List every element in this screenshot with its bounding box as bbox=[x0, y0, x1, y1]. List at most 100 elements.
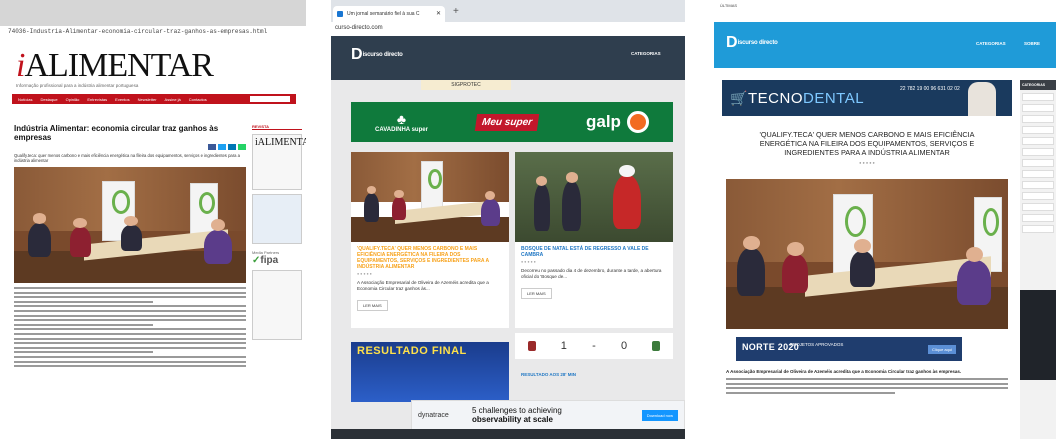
screenshot-discurso-directo-article: ÚLTIMAS Discurso directo CATEGORIAS SOBR… bbox=[714, 0, 1056, 439]
article-photo bbox=[14, 167, 246, 283]
match-score[interactable]: 1 - 0 bbox=[515, 333, 673, 359]
close-tab-icon[interactable]: ✕ bbox=[436, 10, 441, 17]
site-logo[interactable]: Discurso directo bbox=[726, 34, 778, 52]
nav-item[interactable]: Notícias bbox=[18, 97, 32, 102]
home-score: 1 bbox=[560, 340, 567, 352]
sidebar-item[interactable] bbox=[1022, 115, 1054, 123]
sidebar-item[interactable] bbox=[1022, 126, 1054, 134]
article: 🛒 TECNODENTAL 22 782 19 00 96 631 02 02 … bbox=[722, 80, 1012, 439]
sidebar-item[interactable] bbox=[1022, 203, 1054, 211]
sidebar-item[interactable] bbox=[1022, 93, 1054, 101]
news-card-title[interactable]: BOSQUE DE NATAL ESTÁ DE REGRESSO A VALE … bbox=[515, 242, 673, 258]
browser-tab[interactable]: Um jornal semanário fiel à sua C ✕ bbox=[333, 6, 445, 22]
news-card-excerpt: Decorreu no passado dia 4 de dezembro, d… bbox=[521, 268, 662, 279]
magazine-cover[interactable]: iALIMENTA bbox=[252, 134, 306, 190]
news-card[interactable]: 'QUALIFY.TECA' QUER MENOS CARBONO E MAIS… bbox=[351, 152, 509, 328]
screenshot-ialimentar: 74036-Industria-Alimentar-economia-circu… bbox=[0, 0, 306, 439]
latest-label: ÚLTIMAS bbox=[720, 3, 738, 8]
tab-title: Um jornal semanário fiel à sua C bbox=[347, 11, 420, 17]
sidebar-item[interactable] bbox=[1022, 181, 1054, 189]
facebook-icon[interactable] bbox=[208, 144, 216, 150]
article-photo bbox=[726, 179, 1008, 329]
taskbar bbox=[331, 429, 685, 439]
newsletter-box[interactable] bbox=[252, 270, 302, 340]
sidebar-item[interactable] bbox=[1022, 137, 1054, 145]
resultado-final-card[interactable]: RESULTADO FINAL bbox=[351, 342, 509, 402]
share-buttons bbox=[14, 144, 246, 150]
norte-2020-banner[interactable]: NORTE 2020 PROJETOS APROVADOS Clique aqu… bbox=[736, 337, 962, 361]
browser-toolbar bbox=[0, 0, 306, 26]
article-body bbox=[726, 378, 1008, 394]
sidebar-item[interactable] bbox=[1022, 148, 1054, 156]
read-more-button[interactable]: LER MAIS bbox=[521, 288, 552, 299]
nav-item[interactable]: Contactos bbox=[189, 97, 207, 102]
sidebar: CATEGORIAS bbox=[1020, 80, 1056, 439]
site-header: Discurso directo CATEGORIAS SOBRE bbox=[714, 22, 1056, 68]
resultado-final-title: RESULTADO FINAL bbox=[357, 345, 467, 357]
news-card-excerpt: A Associação Empresarial de Oliveira de … bbox=[357, 280, 489, 291]
site-logo[interactable]: iALIMENTAR bbox=[0, 39, 306, 84]
categorias-menu[interactable]: CATEGORIAS bbox=[631, 51, 661, 56]
screenshot-discurso-directo-home: Um jornal semanário fiel à sua C ✕ + cur… bbox=[331, 0, 685, 439]
away-crest-icon bbox=[652, 341, 661, 351]
article-lead: Qualify.teca: quer menos carbono e mais … bbox=[14, 153, 240, 163]
sidebar-ad[interactable] bbox=[1020, 290, 1056, 380]
doctor-image bbox=[968, 82, 996, 116]
site-header: Discurso directo CATEGORIAS bbox=[331, 36, 685, 80]
sobre-menu[interactable]: SOBRE bbox=[1024, 41, 1040, 46]
nav-item[interactable]: Opinião bbox=[66, 97, 80, 102]
nav-item[interactable]: Eventos bbox=[115, 97, 129, 102]
linkedin-icon[interactable] bbox=[228, 144, 236, 150]
categorias-menu[interactable]: CATEGORIAS bbox=[976, 41, 1006, 46]
nav-item[interactable]: Destaque bbox=[40, 97, 57, 102]
dynatrace-text: 5 challenges to achieving observability a… bbox=[472, 406, 562, 424]
page-body: SIGPROTEC ♣ CAVADINHA super Meu super gal… bbox=[331, 80, 685, 439]
site-logo[interactable]: Discurso directo bbox=[351, 46, 403, 64]
search-input[interactable] bbox=[250, 96, 290, 102]
article-title: 'QUALIFY.TECA' QUER MENOS CARBONO E MAIS… bbox=[759, 130, 975, 157]
sidebar-item[interactable] bbox=[1022, 225, 1054, 233]
away-score: 0 bbox=[621, 340, 628, 352]
tecnodental-ad[interactable]: 🛒 TECNODENTAL 22 782 19 00 96 631 02 02 bbox=[722, 80, 1012, 116]
ad-banner[interactable]: ♣ CAVADINHA super Meu super galp bbox=[351, 102, 673, 142]
sponsor-banner[interactable]: SIGPROTEC bbox=[421, 80, 511, 90]
nav-item[interactable]: Assine já bbox=[165, 97, 181, 102]
news-card-title[interactable]: 'QUALIFY.TECA' QUER MENOS CARBONO E MAIS… bbox=[351, 242, 509, 270]
article-title: Indústria Alimentar: economia circular t… bbox=[14, 124, 219, 142]
address-bar[interactable]: curso-directo.com bbox=[331, 22, 685, 36]
norte-button[interactable]: Clique aqui bbox=[927, 345, 956, 354]
sidebar-item[interactable] bbox=[1022, 192, 1054, 200]
sidebar-item[interactable] bbox=[1022, 159, 1054, 167]
dynatrace-ad[interactable]: dynatrace 5 challenges to achieving obser… bbox=[411, 400, 685, 430]
address-bar[interactable]: 74036-Industria-Alimentar-economia-circu… bbox=[0, 26, 306, 39]
nav-item[interactable]: Newsletter bbox=[138, 97, 157, 102]
twitter-icon[interactable] bbox=[218, 144, 226, 150]
new-tab-icon[interactable]: + bbox=[453, 6, 459, 17]
whatsapp-icon[interactable] bbox=[238, 144, 246, 150]
article-meta: ● ● ● ● ● bbox=[859, 161, 875, 165]
favicon-icon bbox=[337, 11, 343, 17]
fipa-logo[interactable]: ✓fipa bbox=[252, 255, 302, 266]
sidebar-item[interactable] bbox=[1022, 104, 1054, 112]
tecnodental-logo: TECNODENTAL bbox=[748, 90, 865, 107]
sidebar-ad[interactable] bbox=[252, 194, 302, 244]
sidebar: REVISTA iALIMENTA Media Partners ✓fipa bbox=[252, 124, 306, 340]
dynatrace-logo: dynatrace bbox=[418, 411, 449, 419]
news-card[interactable]: BOSQUE DE NATAL ESTÁ DE REGRESSO A VALE … bbox=[515, 152, 673, 328]
nav-item[interactable]: Entrevistas bbox=[87, 97, 107, 102]
top-bar: ÚLTIMAS bbox=[714, 0, 1056, 22]
article-lead: A Associação Empresarial de Oliveira de … bbox=[726, 369, 962, 374]
download-button[interactable]: Download now bbox=[641, 409, 678, 421]
sidebar-heading: CATEGORIAS bbox=[1020, 80, 1056, 90]
main-nav: Notícias Destaque Opinião Entrevistas Ev… bbox=[12, 94, 296, 104]
article-body bbox=[14, 287, 246, 368]
news-card-photo bbox=[515, 152, 673, 242]
logo-text: ALIMENTAR bbox=[24, 47, 213, 84]
resultado-headline[interactable]: RESULTADO AOS 28' MIN bbox=[521, 372, 576, 377]
read-more-button[interactable]: LER MAIS bbox=[357, 300, 388, 311]
norte-subtitle: PROJETOS APROVADOS bbox=[790, 342, 844, 347]
home-crest-icon bbox=[527, 341, 536, 351]
sidebar-item[interactable] bbox=[1022, 170, 1054, 178]
sidebar-item[interactable] bbox=[1022, 214, 1054, 222]
news-card-meta: ● ● ● ● ● bbox=[357, 272, 372, 276]
